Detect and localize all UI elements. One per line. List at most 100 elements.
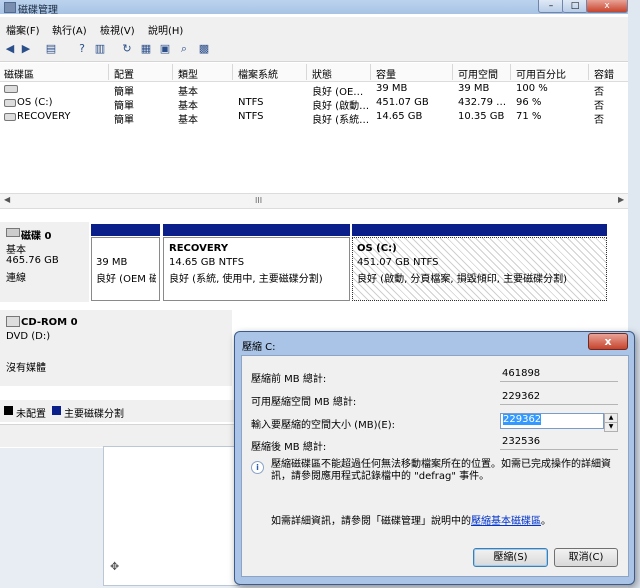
info-text: 壓縮磁碟區不能超過任何無法移動檔案所在的位置。如需已完成操作的詳細資訊，請參閱應…: [271, 459, 611, 482]
cell-capacity: 14.65 GB: [376, 111, 423, 122]
disk0-size: 465.76 GB: [6, 255, 59, 266]
cell-volume: RECOVERY: [17, 111, 71, 122]
menu-help[interactable]: 說明(H): [148, 22, 183, 37]
partition-title: RECOVERY: [169, 243, 229, 254]
horizontal-scrollbar[interactable]: [0, 193, 628, 209]
partition-size: 14.65 GB NTFS: [169, 257, 245, 268]
properties-icon[interactable]: ▦: [139, 42, 153, 56]
cell-free: 10.35 GB: [458, 111, 505, 122]
disk0-type: 基本: [6, 245, 26, 256]
cell-layout: 簡單: [114, 115, 134, 126]
partition-oem[interactable]: [91, 237, 160, 301]
available-label: 可用壓縮空間 MB 總計:: [251, 397, 357, 408]
total-after-label: 壓縮後 MB 總計:: [251, 442, 327, 453]
cdrom-icon: [6, 316, 20, 327]
column-divider: [588, 64, 589, 80]
partition-status: 良好 (OEM 磁: [96, 274, 156, 285]
more-info-line: 如需詳細資訊，請參閱「磁碟管理」說明中的壓縮基本磁碟區。: [271, 512, 551, 527]
cell-percent: 71 %: [516, 111, 542, 122]
dialog-close-button[interactable]: x: [588, 333, 628, 350]
title-bar: [0, 0, 628, 14]
disk0-state: 連線: [6, 273, 26, 284]
minimize-button[interactable]: –: [538, 0, 564, 13]
drive-icon: [4, 99, 16, 107]
refresh-icon[interactable]: ↻: [120, 42, 134, 56]
cell-filesystem: NTFS: [238, 97, 264, 108]
column-divider: [452, 64, 453, 80]
console-tree-icon[interactable]: ▤: [44, 42, 58, 56]
move-cursor-icon: ✥: [110, 560, 120, 573]
cancel-button[interactable]: 取消(C): [554, 548, 618, 567]
drive-icon: [4, 85, 18, 93]
help-icon[interactable]: ?: [75, 42, 89, 56]
amount-label: 輸入要壓縮的空間大小 (MB)(E):: [251, 420, 395, 431]
show-pane-icon[interactable]: ▥: [93, 42, 107, 56]
partition-color-bar: [352, 224, 607, 236]
partition-color-bar: [91, 224, 160, 236]
forward-arrow-icon[interactable]: ▶: [19, 42, 33, 56]
cell-free: 432.79 …: [458, 97, 507, 108]
info-icon: i: [251, 461, 264, 474]
col-volume[interactable]: 磁碟區: [4, 66, 34, 81]
cdrom-drive: DVD (D:): [6, 331, 51, 342]
cell-capacity: 451.07 GB: [376, 97, 429, 108]
col-status[interactable]: 狀態: [312, 66, 332, 81]
cell-free: 39 MB: [458, 83, 490, 94]
column-divider: [172, 64, 173, 80]
cell-volume: OS (C:): [17, 97, 53, 108]
scroll-thumb-grip[interactable]: III: [255, 196, 262, 205]
cell-status: 良好 (系統…: [312, 115, 370, 126]
available-value: 229362: [500, 390, 618, 405]
close-button[interactable]: x: [586, 0, 628, 13]
column-divider: [108, 64, 109, 80]
menu-view[interactable]: 檢視(V): [100, 22, 135, 37]
cell-capacity: 39 MB: [376, 83, 408, 94]
cdrom-label: CD-ROM 0: [21, 317, 78, 328]
search-icon[interactable]: ⌕: [177, 42, 191, 56]
help-link[interactable]: 壓縮基本磁碟區: [471, 516, 541, 527]
cell-filesystem: NTFS: [238, 111, 264, 122]
col-fault-tolerance[interactable]: 容錯: [594, 66, 614, 81]
open-folder-icon[interactable]: ▣: [158, 42, 172, 56]
cell-percent: 100 %: [516, 83, 548, 94]
cdrom-media: 沒有媒體: [6, 363, 46, 374]
column-divider: [510, 64, 511, 80]
disk0-label: 磁碟 0: [21, 231, 52, 242]
scroll-right-icon[interactable]: ▶: [618, 195, 624, 204]
partition-title: OS (C:): [357, 243, 397, 254]
partition-size: 39 MB: [96, 257, 128, 268]
total-before-label: 壓縮前 MB 總計:: [251, 374, 327, 385]
shrink-amount-value: 229362: [503, 414, 542, 425]
shrink-amount-input[interactable]: 229362: [500, 413, 604, 429]
partition-size: 451.07 GB NTFS: [357, 257, 439, 268]
shrink-button[interactable]: 壓縮(S): [473, 548, 548, 567]
cell-percent: 96 %: [516, 97, 542, 108]
col-free[interactable]: 可用空間: [458, 66, 498, 81]
unallocated-swatch: [4, 406, 13, 415]
drive-icon: [4, 113, 16, 121]
scroll-left-icon[interactable]: ◀: [4, 195, 10, 204]
column-divider: [370, 64, 371, 80]
window-title: 磁碟管理: [18, 5, 58, 16]
background-window: [103, 446, 240, 586]
total-before-value: 461898: [500, 367, 618, 382]
col-percent-free[interactable]: 可用百分比: [516, 66, 566, 81]
cell-fault: 否: [594, 115, 604, 126]
column-divider: [306, 64, 307, 80]
column-divider: [232, 64, 233, 80]
col-type[interactable]: 類型: [178, 66, 198, 81]
col-layout[interactable]: 配置: [114, 66, 134, 81]
spin-down-icon[interactable]: ▼: [604, 422, 618, 432]
legend-unallocated: 未配置: [16, 409, 46, 420]
dialog-title: 壓縮 C:: [242, 342, 276, 353]
col-capacity[interactable]: 容量: [376, 66, 396, 81]
menu-action[interactable]: 執行(A): [52, 22, 87, 37]
legend-primary: 主要磁碟分割: [64, 409, 124, 420]
back-arrow-icon[interactable]: ◀: [3, 42, 17, 56]
partition-status: 良好 (系統, 使用中, 主要磁碟分割): [169, 274, 323, 285]
settings-icon[interactable]: ▩: [197, 42, 211, 56]
more-info-prefix: 如需詳細資訊，請參閱「磁碟管理」說明中的: [271, 516, 471, 527]
maximize-button[interactable]: □: [562, 0, 588, 13]
col-filesystem[interactable]: 檔案系統: [238, 66, 278, 81]
menu-file[interactable]: 檔案(F): [6, 22, 40, 37]
